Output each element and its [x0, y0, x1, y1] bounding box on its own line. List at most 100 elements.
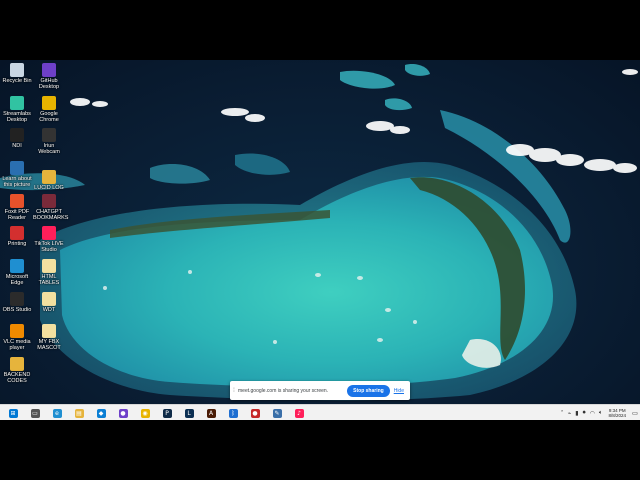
taskbar-button[interactable]: ◉	[134, 405, 156, 421]
taskbar-button[interactable]: ⊞	[2, 405, 24, 421]
share-message: meet.google.com is sharing your screen.	[238, 387, 329, 394]
desktop-icon-label: GitHub Desktop	[38, 78, 60, 90]
clock-date: 8/8/2024	[608, 413, 626, 418]
desktop-icon-label: LUCID LOG	[34, 185, 64, 191]
desktop-icon[interactable]: BACKEND CODES	[1, 357, 33, 384]
desktop-icon-label: OBS Studio	[2, 307, 32, 313]
photoshop-icon: P	[162, 408, 172, 418]
camera-icon	[10, 161, 24, 175]
recycle-bin-icon	[10, 63, 24, 77]
desktop-icon[interactable]: Microsoft Edge	[1, 259, 33, 286]
desktop-icon-label: HTML TABLES	[38, 274, 60, 286]
desktop-icon-label: Printing	[7, 241, 27, 247]
ndi-icon	[10, 128, 24, 142]
paint-icon: ✎	[272, 408, 282, 418]
streamlabs-icon	[10, 96, 24, 110]
vlc-icon	[10, 324, 24, 338]
desktop-icon[interactable]: CHATGPT BOOKMARKS	[33, 194, 69, 221]
desktop-icon-label: Iriun Webcam	[38, 143, 60, 155]
desktop-icon-label: Learn about this picture	[2, 176, 32, 188]
chevron-up-icon[interactable]: ˄	[561, 410, 564, 417]
taskbar-button[interactable]: ✎	[266, 405, 288, 421]
drag-handle-icon[interactable]: ⁞	[230, 388, 238, 394]
desktop-icon-label: Foxit PDF Reader	[4, 209, 30, 221]
desktop-icon[interactable]: Recycle Bin	[1, 63, 33, 84]
desktop-icon-label: VLC media player	[3, 339, 31, 351]
desktop-icon-label: TikTok LIVE Studio	[34, 241, 64, 253]
wifi-icon[interactable]: ◠	[590, 410, 595, 417]
foxit-icon	[10, 194, 24, 208]
desktop-icon-label: NDI	[12, 143, 22, 149]
mic-icon[interactable]: ⏺	[583, 409, 586, 417]
desktop-icon[interactable]: Iriun Webcam	[33, 128, 65, 155]
file-icon	[42, 324, 56, 338]
edge-icon	[10, 259, 24, 273]
recorder-icon: ●	[250, 408, 260, 418]
desktop-icon[interactable]: NDI	[1, 128, 33, 149]
printing-icon	[10, 226, 24, 240]
webcam-icon	[42, 128, 56, 142]
tiktok-icon	[42, 226, 56, 240]
taskbar-button[interactable]: ▭	[24, 405, 46, 421]
desktop-icon[interactable]: GitHub Desktop	[33, 63, 65, 90]
folder-icon	[42, 170, 56, 184]
taskbar: ⊞ ▭ e ▤ ◆ ● ◉ P L A ᛒ ● ✎ ♪ ˄ ⌁ ▮ ⏺ ◠ 🔈︎ 9:34 PM 8/8/…	[0, 404, 640, 421]
desktop-icon-label: BACKEND CODES	[3, 372, 31, 384]
stop-sharing-button[interactable]: Stop sharing	[347, 384, 390, 397]
desktop-icon-label: WDT	[42, 307, 56, 313]
clock[interactable]: 9:34 PM 8/8/2024	[608, 408, 626, 418]
network-icon[interactable]: ⌁	[568, 410, 572, 417]
taskbar-apps: ⊞ ▭ e ▤ ◆ ● ◉ P L A ᛒ ● ✎ ♪	[2, 405, 310, 421]
desktop-icon[interactable]: OBS Studio	[1, 292, 33, 313]
desktop[interactable]: Recycle Bin GitHub Desktop Streamlabs Desk…	[0, 60, 640, 404]
taskbar-button[interactable]: P	[156, 405, 178, 421]
taskbar-button[interactable]: A	[200, 405, 222, 421]
taskbar-button[interactable]: ᛒ	[222, 405, 244, 421]
notifications-icon[interactable]: ▭	[630, 405, 640, 421]
desktop-icon-label: Microsoft Edge	[5, 274, 29, 286]
tiktok-icon: ♪	[294, 408, 304, 418]
github-icon: ●	[118, 408, 128, 418]
desktop-icon-label: MY FBX MASCOT	[37, 339, 61, 351]
desktop-icon-label: Recycle Bin	[2, 78, 32, 84]
taskbar-button[interactable]: e	[46, 405, 68, 421]
wallpaper-image	[0, 64, 638, 401]
desktop-icon[interactable]: VLC media player	[1, 324, 33, 351]
desktop-icon[interactable]: Printing	[1, 226, 33, 247]
desktop-icon[interactable]: Learn about this picture	[1, 161, 33, 188]
file-icon	[42, 259, 56, 273]
taskbar-button[interactable]: ▤	[68, 405, 90, 421]
desktop-icon[interactable]: Foxit PDF Reader	[1, 194, 33, 221]
desktop-icon-label: CHATGPT BOOKMARKS	[33, 209, 69, 221]
hide-link[interactable]: Hide	[394, 388, 404, 394]
desktop-icon[interactable]: WDT	[33, 292, 65, 313]
volume-icon[interactable]: 🔈︎	[599, 409, 603, 417]
battery-icon[interactable]: ▮	[575, 410, 578, 417]
system-tray: ˄ ⌁ ▮ ⏺ ◠ 🔈︎ 9:34 PM 8/8/2024 ▭	[559, 405, 640, 421]
taskbar-button[interactable]: L	[178, 405, 200, 421]
start-icon: ⊞	[8, 408, 18, 418]
letterbox-bottom	[0, 420, 640, 480]
obs-icon	[10, 292, 24, 306]
desktop-icon[interactable]: MY FBX MASCOT	[33, 324, 65, 351]
desktop-icon[interactable]: TikTok LIVE Studio	[33, 226, 65, 253]
file-explorer-icon: ▤	[74, 408, 84, 418]
taskbar-button[interactable]: ●	[112, 405, 134, 421]
desktop-icon[interactable]: HTML TABLES	[33, 259, 65, 286]
lightroom-icon: L	[184, 408, 194, 418]
file-icon	[42, 292, 56, 306]
task-view-icon: ▭	[30, 408, 40, 418]
screen-share-banner: ⁞ meet.google.com is sharing your screen…	[230, 381, 410, 400]
desktop-icon[interactable]: Streamlabs Desktop	[1, 96, 33, 123]
desktop-icon[interactable]: Google Chrome	[33, 96, 65, 123]
bluetooth-icon: ᛒ	[228, 408, 238, 418]
taskbar-button[interactable]: ♪	[288, 405, 310, 421]
illustrator-icon: A	[206, 408, 216, 418]
letterbox-top	[0, 0, 640, 60]
github-icon	[42, 63, 56, 77]
folder-icon	[10, 357, 24, 371]
taskbar-button[interactable]: ●	[244, 405, 266, 421]
desktop-icon[interactable]: LUCID LOG	[33, 170, 65, 191]
vscode-icon: ◆	[96, 408, 106, 418]
taskbar-button[interactable]: ◆	[90, 405, 112, 421]
